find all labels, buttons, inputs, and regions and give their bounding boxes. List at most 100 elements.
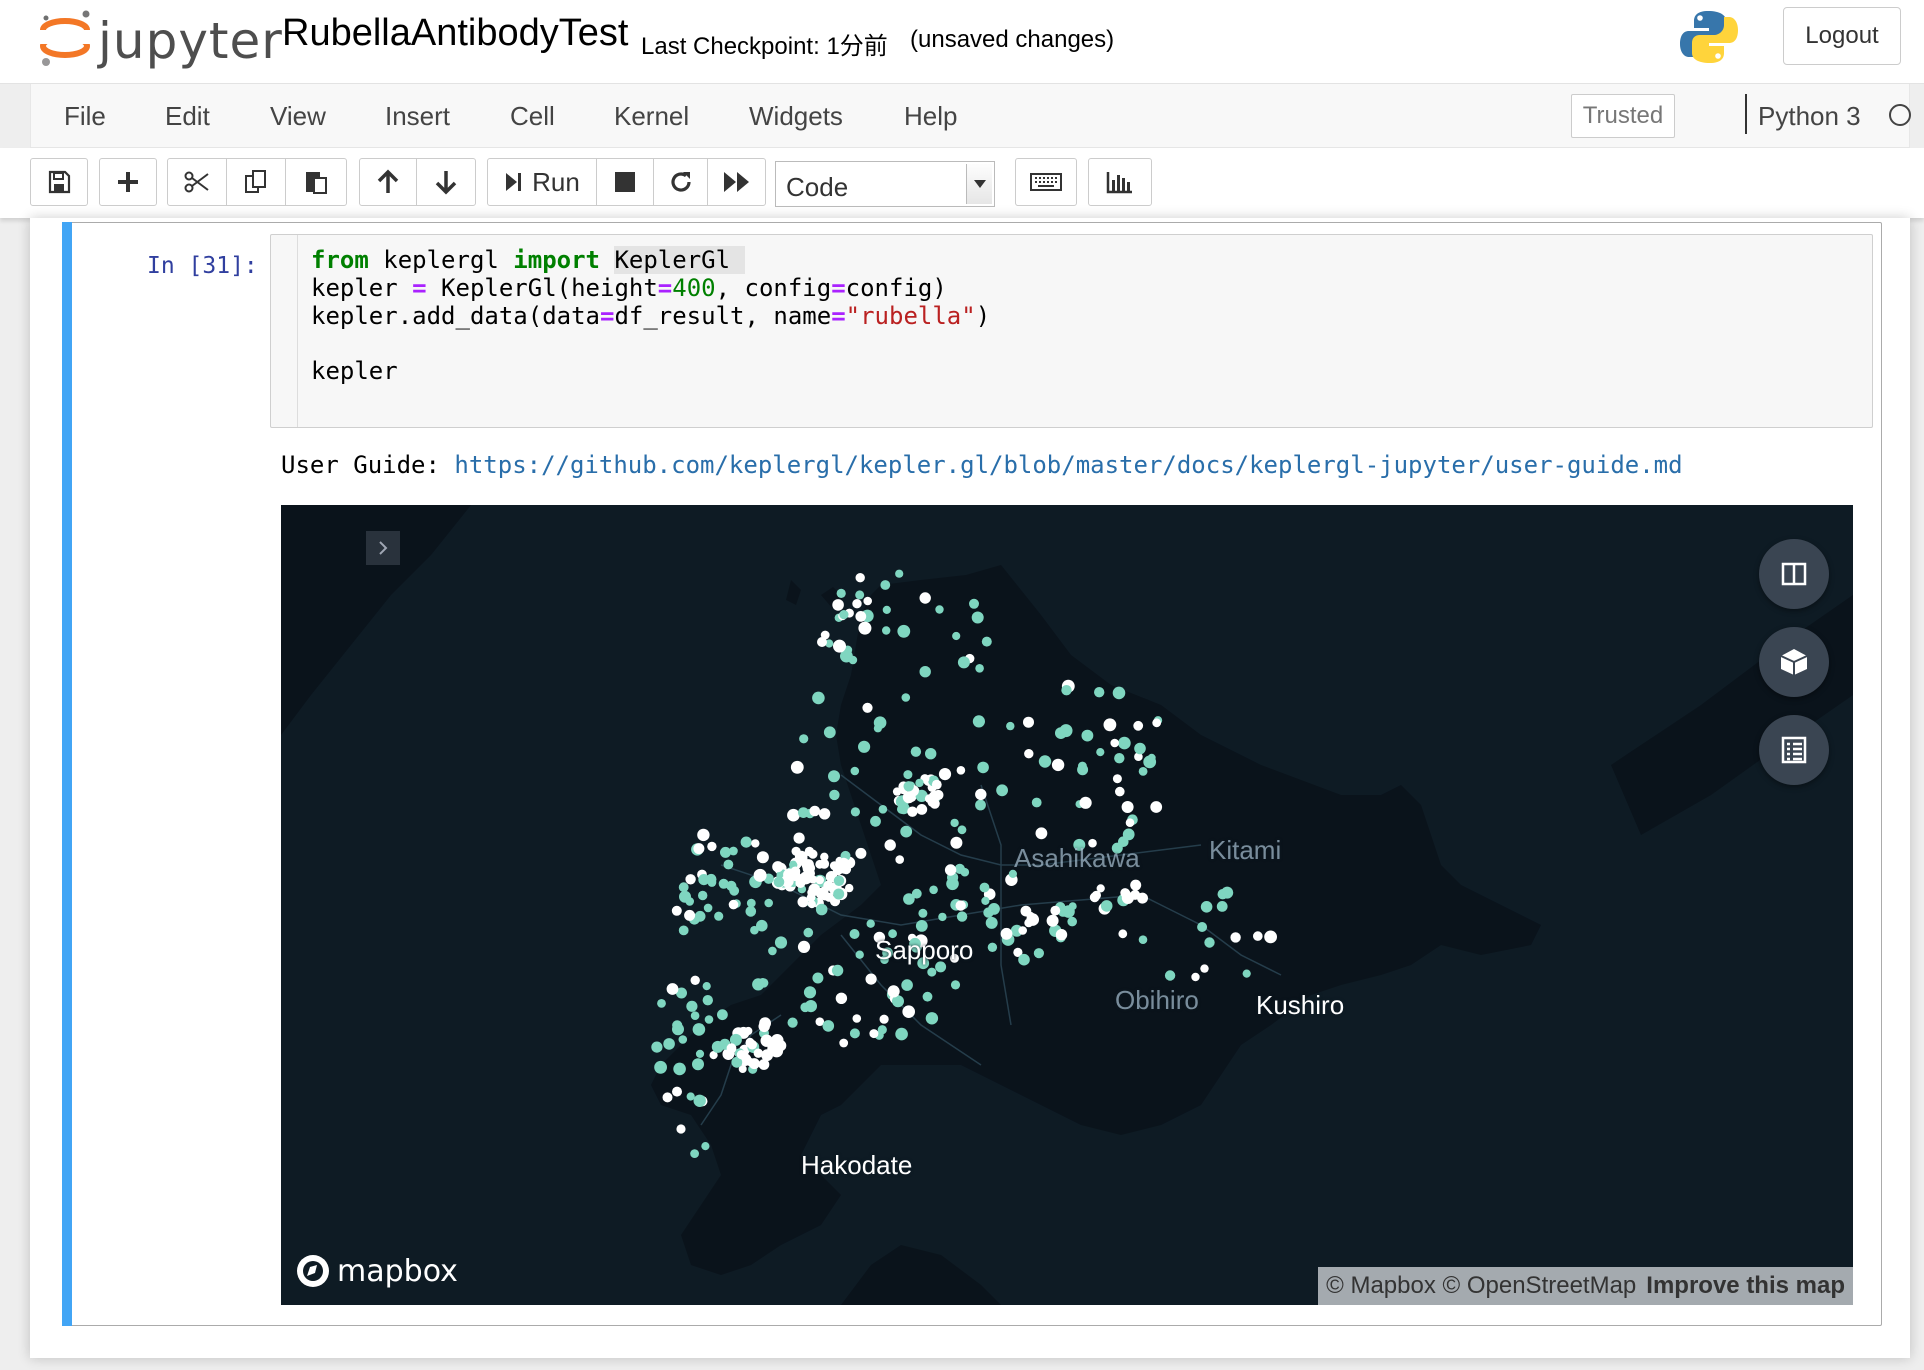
map-data-point[interactable] (833, 639, 846, 653)
map-data-point[interactable] (758, 1020, 770, 1033)
map-data-point[interactable] (892, 787, 902, 796)
map-data-point[interactable] (944, 864, 957, 876)
map-data-point[interactable] (975, 799, 986, 811)
map-data-point[interactable] (882, 626, 891, 635)
command-palette-button[interactable] (1015, 158, 1077, 206)
map-data-point[interactable] (935, 605, 944, 614)
map-data-point[interactable] (1125, 818, 1135, 827)
map-data-point[interactable] (1150, 801, 1163, 813)
code-input[interactable]: from keplergl import KeplerGl kepler = K… (270, 234, 1873, 428)
map-data-point[interactable] (833, 888, 845, 900)
insert-cell-button[interactable] (99, 158, 157, 206)
map-data-point[interactable] (931, 779, 942, 790)
map-data-point[interactable] (693, 843, 705, 855)
attribution-text[interactable]: © Mapbox © OpenStreetMap (1326, 1272, 1636, 1300)
menu-edit[interactable]: Edit (165, 101, 210, 132)
map-data-point[interactable] (1114, 753, 1125, 764)
map-data-point[interactable] (1035, 827, 1048, 840)
map-data-point[interactable] (672, 1023, 684, 1036)
map-data-point[interactable] (1059, 724, 1073, 738)
map-data-point[interactable] (960, 867, 970, 877)
copy-button[interactable] (226, 158, 286, 206)
map-data-point[interactable] (678, 1035, 688, 1044)
map-data-point[interactable] (740, 836, 752, 848)
save-button[interactable] (30, 158, 88, 206)
map-data-point[interactable] (746, 1058, 755, 1067)
map-data-point[interactable] (1018, 926, 1027, 935)
map-data-point[interactable] (1200, 901, 1213, 913)
map-data-point[interactable] (662, 1092, 673, 1103)
run-button[interactable]: Run (487, 158, 597, 206)
map-data-point[interactable] (972, 715, 986, 728)
map-data-point[interactable] (996, 784, 1008, 797)
map-data-point[interactable] (756, 851, 769, 864)
map-data-point[interactable] (829, 861, 840, 871)
map-data-point[interactable] (1103, 718, 1117, 732)
map-data-point[interactable] (1055, 929, 1068, 941)
user-guide-link[interactable]: https://github.com/keplergl/kepler.gl/bl… (454, 451, 1682, 479)
map-data-point[interactable] (812, 972, 824, 984)
map-data-point[interactable] (848, 655, 858, 665)
map-data-point[interactable] (927, 967, 937, 977)
map-data-point[interactable] (887, 985, 900, 998)
map-data-point[interactable] (678, 882, 689, 893)
map-data-point[interactable] (663, 1038, 675, 1050)
map-data-point[interactable] (1046, 914, 1059, 927)
map-data-point[interactable] (1089, 892, 1100, 903)
map-data-point[interactable] (703, 903, 713, 913)
jupyter-logo[interactable]: jupyter (38, 8, 282, 74)
map-data-point[interactable] (955, 900, 966, 911)
map-data-point[interactable] (820, 630, 830, 640)
map-data-point[interactable] (729, 885, 740, 896)
map-data-point[interactable] (1112, 686, 1126, 700)
map-data-point[interactable] (1264, 930, 1277, 944)
map-data-point[interactable] (865, 973, 877, 985)
map-data-point[interactable] (815, 903, 828, 916)
map-data-point[interactable] (900, 825, 913, 838)
menu-view[interactable]: View (270, 101, 326, 132)
map-data-point[interactable] (772, 861, 784, 873)
map-data-point[interactable] (910, 746, 922, 757)
move-up-button[interactable] (359, 158, 417, 206)
map-data-point[interactable] (823, 726, 836, 739)
map-data-point[interactable] (803, 927, 814, 938)
map-data-point[interactable] (849, 929, 860, 939)
map-data-point[interactable] (902, 1005, 915, 1018)
map-data-point[interactable] (915, 920, 928, 932)
map-data-point[interactable] (850, 766, 860, 776)
map-data-point[interactable] (812, 691, 825, 705)
map-data-point[interactable] (1133, 720, 1144, 731)
map-data-point[interactable] (915, 778, 924, 788)
map-data-point[interactable] (922, 991, 933, 1002)
map-data-point[interactable] (862, 702, 873, 713)
map-data-point[interactable] (1096, 748, 1105, 757)
map-data-point[interactable] (790, 760, 804, 774)
map-data-point[interactable] (956, 766, 966, 775)
map-data-point[interactable] (1051, 758, 1065, 772)
restart-kernel-button[interactable] (653, 158, 708, 206)
map-data-point[interactable] (901, 979, 913, 991)
map-data-point[interactable] (684, 909, 696, 921)
map-data-point[interactable] (855, 950, 864, 959)
map-data-point[interactable] (1100, 900, 1113, 912)
map-data-point[interactable] (835, 992, 848, 1004)
map-data-point[interactable] (950, 980, 961, 990)
map-data-point[interactable] (758, 1059, 770, 1070)
map-data-point[interactable] (797, 940, 811, 953)
split-map-button[interactable] (1759, 539, 1829, 609)
map-data-point[interactable] (787, 808, 800, 822)
map-data-point[interactable] (870, 815, 881, 827)
map-data-point[interactable] (1121, 801, 1134, 813)
map-data-point[interactable] (988, 903, 1000, 915)
map-data-point[interactable] (1216, 901, 1228, 912)
menu-widgets[interactable]: Widgets (749, 101, 843, 132)
map-data-point[interactable] (1038, 755, 1052, 768)
map-data-point[interactable] (895, 855, 904, 864)
map-data-point[interactable] (690, 1149, 699, 1158)
map-data-point[interactable] (1253, 931, 1263, 941)
map-data-point[interactable] (705, 873, 717, 885)
map-data-point[interactable] (925, 748, 937, 760)
logout-button[interactable]: Logout (1783, 7, 1901, 65)
map-data-point[interactable] (1081, 729, 1094, 742)
map-data-point[interactable] (858, 740, 871, 753)
